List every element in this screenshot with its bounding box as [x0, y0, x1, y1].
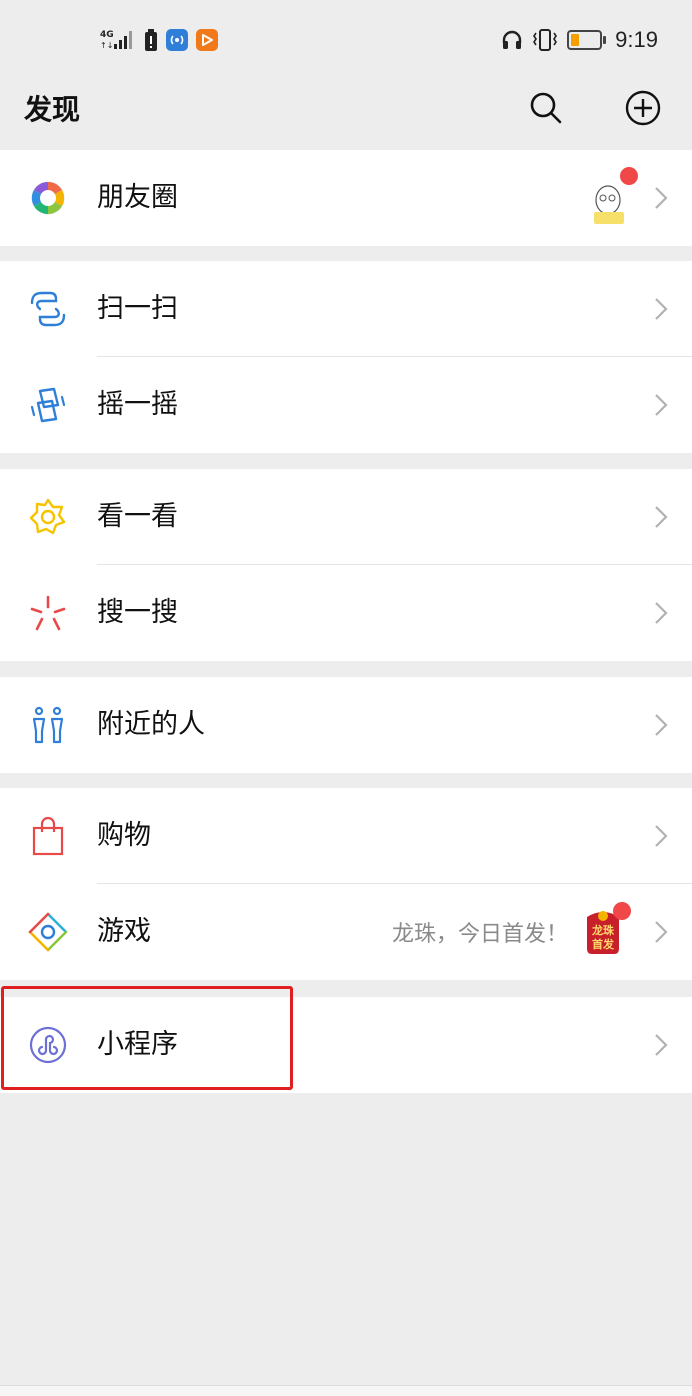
menu-item-label: 购物	[97, 820, 151, 851]
chevron-right-icon	[655, 187, 668, 209]
menu-item-label: 看一看	[97, 501, 178, 532]
group-scan-shake: 扫一扫 摇一摇	[0, 261, 692, 453]
menu-item-label: 摇一摇	[97, 389, 178, 420]
vibrate-icon	[533, 29, 558, 51]
new-moments-dot	[620, 167, 638, 185]
svg-text:首发: 首发	[592, 937, 615, 951]
menu-item-label: 搜一搜	[97, 597, 178, 628]
diamond-icon	[28, 912, 68, 952]
menu-item-mini-programs[interactable]: 小程序	[0, 997, 692, 1093]
aperture-icon	[31, 181, 65, 215]
new-games-dot	[613, 902, 631, 920]
battery-alert-icon	[145, 29, 157, 51]
menu-item-moments[interactable]: 朋友圈	[0, 150, 692, 246]
signal-icon: 4G ↑↓	[100, 30, 132, 50]
wifi-hotspot-app-icon	[166, 29, 188, 51]
chevron-right-icon	[655, 602, 668, 624]
video-app-icon	[196, 29, 218, 51]
chevron-right-icon	[655, 394, 668, 416]
star-icon	[29, 498, 66, 535]
network-type-label: 4G	[100, 30, 114, 40]
menu-item-top-stories[interactable]: 看一看	[0, 469, 692, 565]
group-mini-programs: 小程序	[0, 997, 692, 1093]
chevron-right-icon	[655, 921, 668, 943]
search-button[interactable]	[526, 88, 566, 128]
chevron-right-icon	[655, 825, 668, 847]
clock-time: 9:19	[615, 27, 658, 52]
status-bar-left: 4G ↑↓	[100, 26, 218, 54]
svg-text:龙珠: 龙珠	[591, 923, 615, 937]
games-promo: 龙珠，今日首发！ 龙珠 首发	[391, 902, 631, 960]
games-promo-text: 龙珠，今日首发！	[391, 922, 568, 947]
menu-item-shopping[interactable]: 购物	[0, 788, 692, 884]
group-moments: 朋友圈	[0, 150, 692, 246]
svg-text:↑↓: ↑↓	[100, 41, 113, 50]
menu-item-shake[interactable]: 摇一摇	[0, 357, 692, 453]
add-button[interactable]	[623, 88, 663, 128]
group-top-stories-search: 看一看 搜一搜	[0, 469, 692, 661]
battery-icon	[567, 30, 607, 50]
page-title: 发现	[24, 93, 81, 126]
chevron-right-icon	[655, 714, 668, 736]
moments-preview	[590, 167, 638, 226]
page-header: 发现	[0, 80, 692, 148]
chevron-right-icon	[655, 1034, 668, 1056]
menu-item-nearby[interactable]: 附近的人	[0, 677, 692, 773]
status-bar-right: 9:19	[501, 26, 658, 54]
shake-icon	[30, 387, 66, 423]
menu-item-label: 扫一扫	[97, 293, 178, 324]
chevron-right-icon	[655, 298, 668, 320]
chevron-right-icon	[655, 506, 668, 528]
moments-thumbnail	[590, 167, 638, 224]
menu-item-games[interactable]: 游戏 龙珠，今日首发！ 龙珠 首发	[0, 884, 692, 980]
menu-item-scan[interactable]: 扫一扫	[0, 261, 692, 357]
menu-item-label: 游戏	[97, 916, 151, 947]
games-thumbnail: 龙珠 首发	[584, 902, 631, 955]
headphones-icon	[502, 30, 522, 49]
status-bar: 4G ↑↓ 9:19	[0, 0, 692, 80]
menu-item-label: 朋友圈	[97, 182, 178, 213]
bottom-tab-bar-edge	[0, 1385, 692, 1396]
shopping-bag-icon	[32, 816, 64, 856]
search-icon	[530, 92, 562, 124]
mini-program-icon	[29, 1026, 67, 1064]
sparkle-icon	[30, 595, 66, 631]
scan-icon	[30, 291, 66, 327]
menu-item-search[interactable]: 搜一搜	[0, 565, 692, 661]
people-icon	[32, 706, 64, 744]
menu-item-label: 附近的人	[97, 709, 205, 740]
plus-circle-icon	[625, 90, 661, 126]
group-nearby: 附近的人	[0, 677, 692, 773]
group-shopping-games: 购物 游戏 龙珠，今日首发！ 龙珠 首发	[0, 788, 692, 980]
menu-item-label: 小程序	[97, 1029, 178, 1060]
